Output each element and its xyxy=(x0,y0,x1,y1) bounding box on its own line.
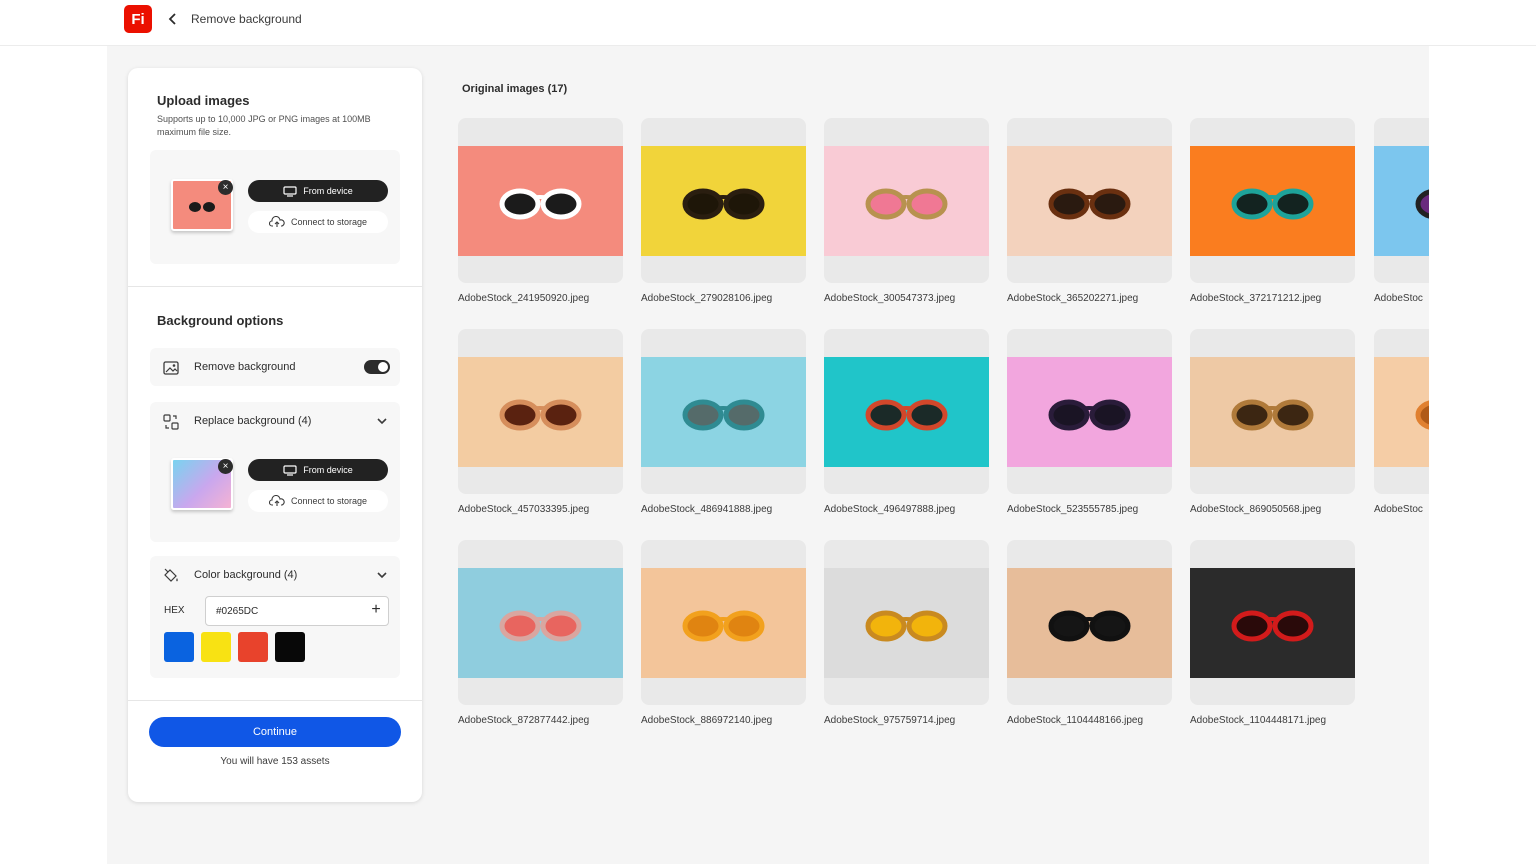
image-tile[interactable] xyxy=(1007,329,1172,494)
cloud-upload-icon xyxy=(268,216,285,227)
image-filename: AdobeStock_523555785.jpeg xyxy=(1007,504,1139,515)
image-tile[interactable] xyxy=(458,540,623,705)
image-remove-icon xyxy=(163,361,179,375)
image-tile[interactable] xyxy=(458,329,623,494)
monitor-icon xyxy=(283,464,297,476)
sunglasses-image xyxy=(824,568,989,678)
image-tile[interactable] xyxy=(1007,540,1172,705)
assets-note: You will have 153 assets xyxy=(220,756,330,767)
background-options-title: Background options xyxy=(157,313,284,328)
image-filename: AdobeStock_872877442.jpeg xyxy=(458,715,590,726)
sunglasses-image xyxy=(458,568,623,678)
sunglasses-image xyxy=(641,568,806,678)
image-tile[interactable] xyxy=(824,540,989,705)
image-tile[interactable] xyxy=(458,118,623,283)
grid-title: Original images (17) xyxy=(462,83,568,95)
sunglasses-image xyxy=(1190,146,1355,256)
sunglasses-image xyxy=(1190,357,1355,467)
swatch-blue[interactable] xyxy=(164,632,194,662)
replace-icon xyxy=(163,414,179,430)
image-tile[interactable] xyxy=(641,118,806,283)
image-filename: AdobeStock_886972140.jpeg xyxy=(641,715,773,726)
sunglasses-image xyxy=(824,357,989,467)
image-filename: AdobeStock_279028106.jpeg xyxy=(641,293,773,304)
image-filename: AdobeStoc xyxy=(1374,504,1423,515)
back-arrow-icon[interactable] xyxy=(166,10,180,28)
image-tile[interactable] xyxy=(641,540,806,705)
from-device-button[interactable]: From device xyxy=(248,180,388,202)
section-divider xyxy=(128,286,422,287)
image-tile[interactable] xyxy=(824,329,989,494)
image-tile[interactable] xyxy=(1374,329,1429,494)
remove-replace-thumbnail-icon[interactable]: × xyxy=(218,459,233,474)
image-tile[interactable] xyxy=(1190,329,1355,494)
options-panel: Upload images Supports up to 10,000 JPG … xyxy=(128,68,422,802)
from-device-label: From device xyxy=(303,186,353,196)
image-filename: AdobeStock_372171212.jpeg xyxy=(1190,293,1322,304)
monitor-icon xyxy=(283,185,297,197)
page-title: Remove background xyxy=(191,12,302,26)
add-color-icon[interactable]: + xyxy=(366,599,386,621)
image-tile[interactable] xyxy=(1190,540,1355,705)
footer-divider xyxy=(128,700,422,701)
image-tile[interactable] xyxy=(1190,118,1355,283)
image-filename: AdobeStock_1104448166.jpeg xyxy=(1007,715,1144,726)
sunglasses-image xyxy=(1007,568,1172,678)
replace-from-device-label: From device xyxy=(303,465,353,475)
sunglasses-image xyxy=(641,146,806,256)
hex-input[interactable] xyxy=(205,596,389,626)
sunglasses-image xyxy=(1007,357,1172,467)
remove-background-toggle[interactable] xyxy=(364,360,390,374)
image-filename: AdobeStock_869050568.jpeg xyxy=(1190,504,1322,515)
image-tile[interactable] xyxy=(641,329,806,494)
workspace: Upload images Supports up to 10,000 JPG … xyxy=(107,46,1429,864)
swatch-black[interactable] xyxy=(275,632,305,662)
sunglasses-image xyxy=(1190,568,1355,678)
swatch-yellow[interactable] xyxy=(201,632,231,662)
replace-background-label[interactable]: Replace background (4) xyxy=(194,415,311,427)
paint-bucket-icon xyxy=(164,568,178,582)
continue-button[interactable]: Continue xyxy=(149,717,401,747)
sunglasses-image xyxy=(1007,146,1172,256)
hex-label: HEX xyxy=(164,605,185,616)
sunglasses-image xyxy=(458,146,623,256)
remove-background-row[interactable]: Remove background xyxy=(150,348,400,386)
connect-storage-label: Connect to storage xyxy=(290,217,368,227)
replace-from-device-button[interactable]: From device xyxy=(248,459,388,481)
sunglasses-image xyxy=(1374,357,1429,467)
image-filename: AdobeStock_241950920.jpeg xyxy=(458,293,590,304)
image-filename: AdobeStock_1104448171.jpeg xyxy=(1190,715,1327,726)
sunglasses-image xyxy=(824,146,989,256)
image-filename: AdobeStock_300547373.jpeg xyxy=(824,293,956,304)
replace-connect-storage-button[interactable]: Connect to storage xyxy=(248,490,388,512)
image-tile[interactable] xyxy=(824,118,989,283)
remove-thumbnail-icon[interactable]: × xyxy=(218,180,233,195)
image-filename: AdobeStock_486941888.jpeg xyxy=(641,504,773,515)
image-tile[interactable] xyxy=(1007,118,1172,283)
image-filename: AdobeStock_975759714.jpeg xyxy=(824,715,956,726)
sunglasses-image xyxy=(458,357,623,467)
image-filename: AdobeStoc xyxy=(1374,293,1423,304)
upload-card: × From device Connect to storage xyxy=(150,150,400,264)
image-filename: AdobeStock_457033395.jpeg xyxy=(458,504,590,515)
upload-subtitle: Supports up to 10,000 JPG or PNG images … xyxy=(157,114,371,137)
connect-storage-button[interactable]: Connect to storage xyxy=(248,211,388,233)
image-filename: AdobeStock_365202271.jpeg xyxy=(1007,293,1139,304)
cloud-upload-icon xyxy=(268,495,285,506)
image-filename: AdobeStock_496497888.jpeg xyxy=(824,504,956,515)
remove-background-label: Remove background xyxy=(194,361,296,373)
image-tile[interactable] xyxy=(1374,118,1429,283)
replace-background-card: Replace background (4) × From device Con… xyxy=(150,402,400,542)
chevron-down-icon[interactable] xyxy=(376,569,388,581)
sunglasses-image xyxy=(641,357,806,467)
replace-connect-storage-label: Connect to storage xyxy=(290,496,368,506)
app-header: Fi Remove background xyxy=(0,0,1536,46)
upload-title: Upload images xyxy=(157,93,250,108)
sunglasses-image xyxy=(1374,146,1429,256)
app-logo[interactable]: Fi xyxy=(124,5,152,33)
color-background-label[interactable]: Color background (4) xyxy=(194,569,297,581)
chevron-down-icon[interactable] xyxy=(376,415,388,427)
swatch-red[interactable] xyxy=(238,632,268,662)
